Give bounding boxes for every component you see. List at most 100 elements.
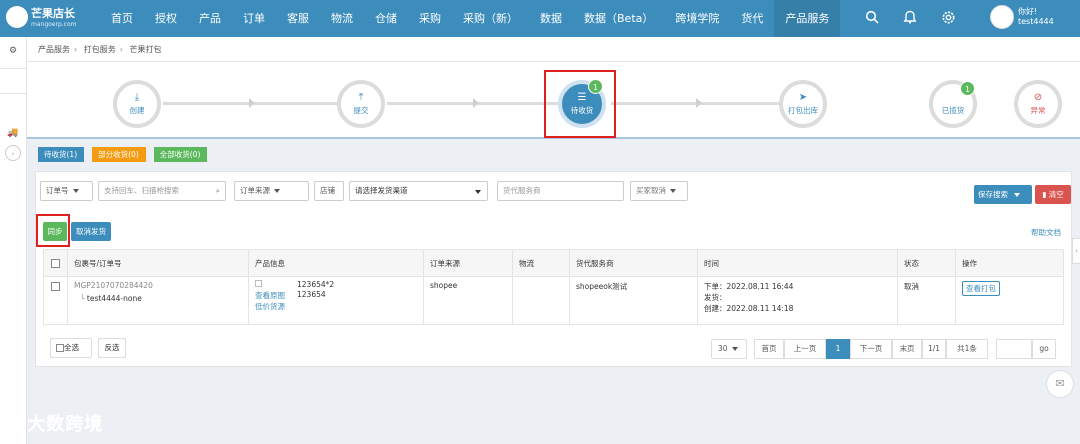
brand-subtitle: mangoerp.com	[31, 21, 77, 28]
bell-icon[interactable]	[902, 10, 918, 26]
arrow-right-icon	[249, 98, 255, 108]
help-link[interactable]: 帮助文档	[1031, 227, 1061, 238]
product-sku: 123654*2	[297, 280, 335, 289]
clear-button[interactable]: ▮ 清空	[1035, 185, 1071, 204]
next-page-button[interactable]: 下一页	[850, 339, 892, 359]
left-sidebar: ⚙ 🚚 ›	[0, 37, 27, 444]
chat-icon[interactable]: ✉	[1046, 370, 1074, 398]
search-icon[interactable]	[864, 10, 880, 26]
step-create[interactable]: ⤓ 创建	[113, 80, 161, 128]
nav-home[interactable]: 首页	[100, 0, 144, 37]
breadcrumb-item: 芒果打包	[129, 45, 162, 54]
highlight-box	[36, 214, 70, 247]
nav-logistics[interactable]: 物流	[320, 0, 364, 37]
top-navbar: 芒果店长 mangoerp.com 首页 授权 产品 订单 客服 物流 仓储 采…	[0, 0, 1080, 37]
tab-awaiting-receipt[interactable]: 待收货(1)	[38, 147, 85, 162]
page-size-select[interactable]: 30	[711, 339, 747, 359]
send-icon: ➤	[798, 92, 808, 103]
package-table: 包裹号/订单号 产品信息 订单来源 物流 货代服务商 时间 状态 操作 MGP2…	[43, 249, 1064, 325]
search-icon[interactable]: ⌕	[216, 182, 220, 200]
nav-product[interactable]: 产品	[188, 0, 232, 37]
nav-data[interactable]: 数据	[529, 0, 573, 37]
trash-icon: ▮	[1042, 190, 1047, 199]
table-header: 包裹号/订单号 产品信息 订单来源 物流 货代服务商 时间 状态 操作	[43, 249, 1064, 277]
collapse-right-handle[interactable]: ‹	[1072, 238, 1080, 264]
created-time: 创建：2022.08.11 14:18	[704, 304, 794, 313]
nav-purchase[interactable]: 采购	[408, 0, 452, 37]
user-name: test4444	[1018, 17, 1054, 26]
nav-academy[interactable]: 跨境学院	[664, 0, 730, 37]
divider	[0, 93, 26, 94]
watermark: ⓚ 大数跨境	[6, 414, 104, 435]
page-indicator: 1/1	[922, 339, 946, 359]
breadcrumb-item[interactable]: 产品服务	[38, 45, 70, 54]
page-jump-input[interactable]	[996, 339, 1032, 359]
select-all-checkbox[interactable]	[51, 258, 60, 268]
shop-button[interactable]: 店铺	[314, 181, 344, 201]
product-image[interactable]	[255, 280, 262, 287]
arrow-right-icon	[696, 98, 702, 108]
status-tabs: 待收货(1) 部分收货(0) 全部收货(0)	[27, 139, 1080, 171]
search-input[interactable]: 支持回车、扫描枪搜索 ⌕	[98, 181, 226, 201]
nav-forwarder[interactable]: 货代	[730, 0, 774, 37]
nav-warehouse[interactable]: 仓储	[364, 0, 408, 37]
nav-service[interactable]: 客服	[276, 0, 320, 37]
gear-icon[interactable]	[940, 10, 956, 26]
package-number: MGP2107070284420	[74, 281, 153, 290]
truck-icon[interactable]: 🚚	[5, 125, 21, 141]
nav-purchase-new[interactable]: 采购（新）	[452, 0, 529, 37]
buyer-cancel-select[interactable]: 买家取消	[630, 181, 688, 201]
last-page-button[interactable]: 末页	[892, 339, 922, 359]
eye-off-icon: ⊘	[1033, 92, 1043, 103]
step-exception[interactable]: ⊘ 异常	[1014, 80, 1062, 128]
step-pack-out[interactable]: ➤ 打包出库	[779, 80, 827, 128]
main-nav: 首页 授权 产品 订单 客服 物流 仓储 采购 采购（新） 数据 数据（Beta…	[100, 0, 841, 37]
main-panel: 订单号 支持回车、扫描枪搜索 ⌕ 订单来源 店铺 请选择发货渠道 货代服务商 买家…	[35, 171, 1072, 367]
view-image-link[interactable]: 查看原图	[255, 290, 285, 301]
divider	[0, 68, 26, 69]
select-all-button[interactable]: 全选	[50, 338, 92, 358]
nav-product-service[interactable]: 产品服务	[774, 0, 841, 37]
watermark-logo-icon: ⓚ	[6, 419, 21, 434]
tab-all-received[interactable]: 全部收货(0)	[153, 147, 208, 162]
step-submit[interactable]: ⤒ 提交	[337, 80, 385, 128]
breadcrumb-item[interactable]: 打包服务	[84, 45, 116, 54]
chevron-right-icon[interactable]: ›	[5, 145, 21, 161]
row-checkbox[interactable]	[51, 281, 60, 291]
download-icon: ⤓	[134, 92, 140, 103]
forwarder-select[interactable]: 货代服务商	[497, 181, 624, 201]
user-menu[interactable]: 你好! test4444	[990, 5, 1080, 32]
brand-title: 芒果店长	[31, 7, 75, 20]
product-sku: 123654	[297, 290, 326, 299]
total-count: 共1条	[946, 339, 988, 359]
brand-logo[interactable]: 芒果店长 mangoerp.com	[4, 4, 104, 34]
view-pack-button[interactable]: 查看打包	[962, 281, 1000, 296]
cancel-ship-button[interactable]: 取消发货	[71, 222, 111, 241]
status-text: 取消	[897, 276, 956, 325]
nav-data-beta[interactable]: 数据（Beta）	[573, 0, 664, 37]
avatar	[990, 5, 1014, 29]
gear-icon[interactable]: ⚙	[5, 43, 21, 59]
mango-logo-icon	[6, 6, 28, 28]
arrow-right-icon	[473, 98, 479, 108]
go-button[interactable]: go	[1032, 339, 1056, 359]
order-time: 下单：2022.08.11 16:44	[704, 282, 794, 291]
user-greeting: 你好!	[1018, 7, 1038, 16]
tab-partial-receipt[interactable]: 部分收货(0)	[92, 147, 146, 162]
prev-page-button[interactable]: 上一页	[784, 339, 826, 359]
low-price-source-link[interactable]: 低价货源	[255, 301, 285, 312]
current-page-button[interactable]: 1	[826, 339, 850, 359]
nav-order[interactable]: 订单	[232, 0, 276, 37]
order-type-select[interactable]: 订单号	[40, 181, 93, 201]
upload-icon: ⤒	[358, 92, 364, 103]
save-search-button[interactable]: 保存搜索	[974, 185, 1032, 204]
nav-auth[interactable]: 授权	[144, 0, 188, 37]
breadcrumb: 产品服务 › 打包服务 › 芒果打包	[27, 37, 1080, 62]
forwarder-name: shopeeok测试	[569, 276, 698, 325]
invert-selection-button[interactable]: 反选	[98, 338, 126, 358]
logistics	[512, 276, 570, 325]
order-number: test4444-none	[86, 294, 142, 303]
channel-select[interactable]: 请选择发货渠道	[349, 181, 488, 201]
order-source-select[interactable]: 订单来源	[234, 181, 309, 201]
first-page-button[interactable]: 首页	[754, 339, 784, 359]
